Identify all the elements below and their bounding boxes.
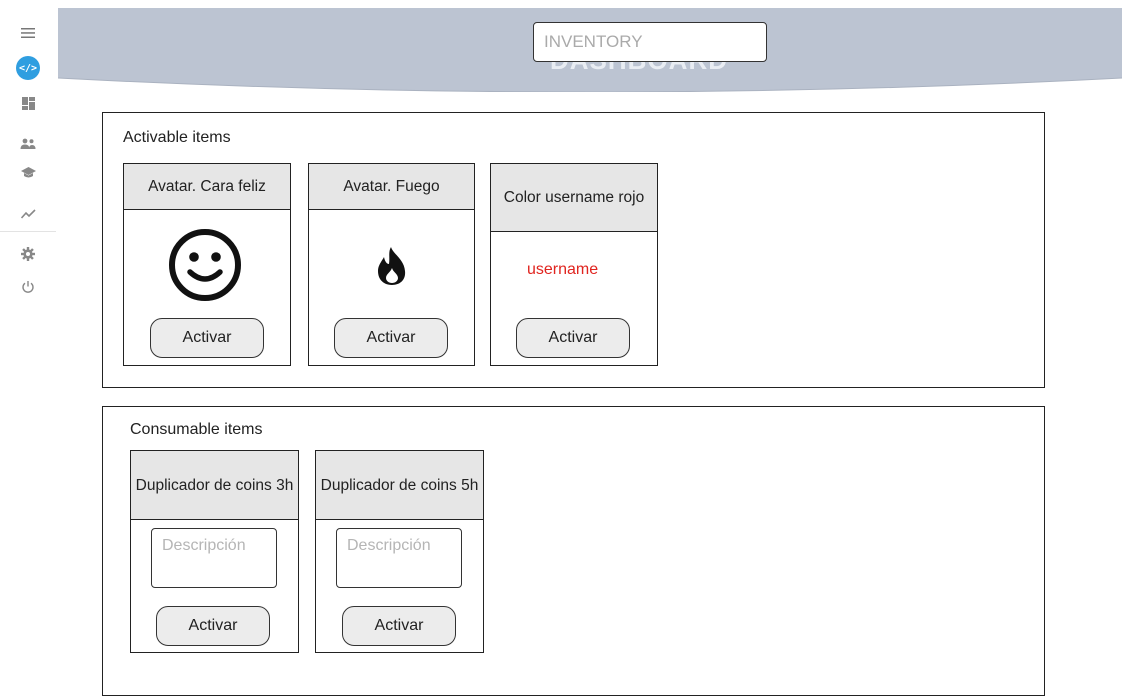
card-title: Avatar. Cara feliz	[124, 164, 290, 210]
code-logo-icon[interactable]: </>	[0, 55, 56, 81]
item-card-color-username: Color username rojo username Activar	[490, 163, 658, 366]
fire-icon	[376, 246, 408, 291]
sidebar-divider	[0, 231, 56, 232]
activar-button[interactable]: Activar	[334, 318, 448, 358]
item-card-duplicador-5h: Duplicador de coins 5h Activar	[315, 450, 484, 653]
sidebar: </>	[0, 0, 56, 678]
activar-button[interactable]: Activar	[342, 606, 456, 646]
users-icon[interactable]	[0, 130, 56, 156]
trending-icon[interactable]	[0, 201, 56, 227]
smiley-icon	[168, 228, 242, 307]
menu-icon[interactable]	[0, 20, 56, 46]
section-title: Activable items	[123, 129, 231, 146]
username-preview: username	[527, 261, 599, 278]
inventory-search-input[interactable]	[533, 22, 767, 62]
graduation-cap-icon[interactable]	[0, 160, 56, 186]
activar-button[interactable]: Activar	[516, 318, 630, 358]
activable-items-section: Activable items Avatar. Cara feliz Activ…	[102, 112, 1045, 388]
card-title: Duplicador de coins 3h	[131, 451, 298, 520]
card-title: Duplicador de coins 5h	[316, 451, 483, 520]
description-field[interactable]	[336, 528, 462, 588]
card-title: Avatar. Fuego	[309, 164, 474, 210]
consumable-items-section: Consumable items Duplicador de coins 3h …	[102, 406, 1045, 696]
settings-icon[interactable]	[0, 241, 56, 267]
activar-button[interactable]: Activar	[150, 318, 264, 358]
dashboard-icon[interactable]	[0, 90, 56, 116]
card-title: Color username rojo	[491, 164, 657, 232]
item-card-duplicador-3h: Duplicador de coins 3h Activar	[130, 450, 299, 653]
logo-glyph: </>	[16, 56, 40, 80]
section-title: Consumable items	[130, 421, 263, 438]
item-card-fuego: Avatar. Fuego Activar	[308, 163, 475, 366]
item-card-cara-feliz: Avatar. Cara feliz Activar	[123, 163, 291, 366]
activar-button[interactable]: Activar	[156, 606, 270, 646]
header-banner: DASHBOARD	[58, 8, 1122, 92]
description-field[interactable]	[151, 528, 277, 588]
power-icon[interactable]	[0, 274, 56, 300]
